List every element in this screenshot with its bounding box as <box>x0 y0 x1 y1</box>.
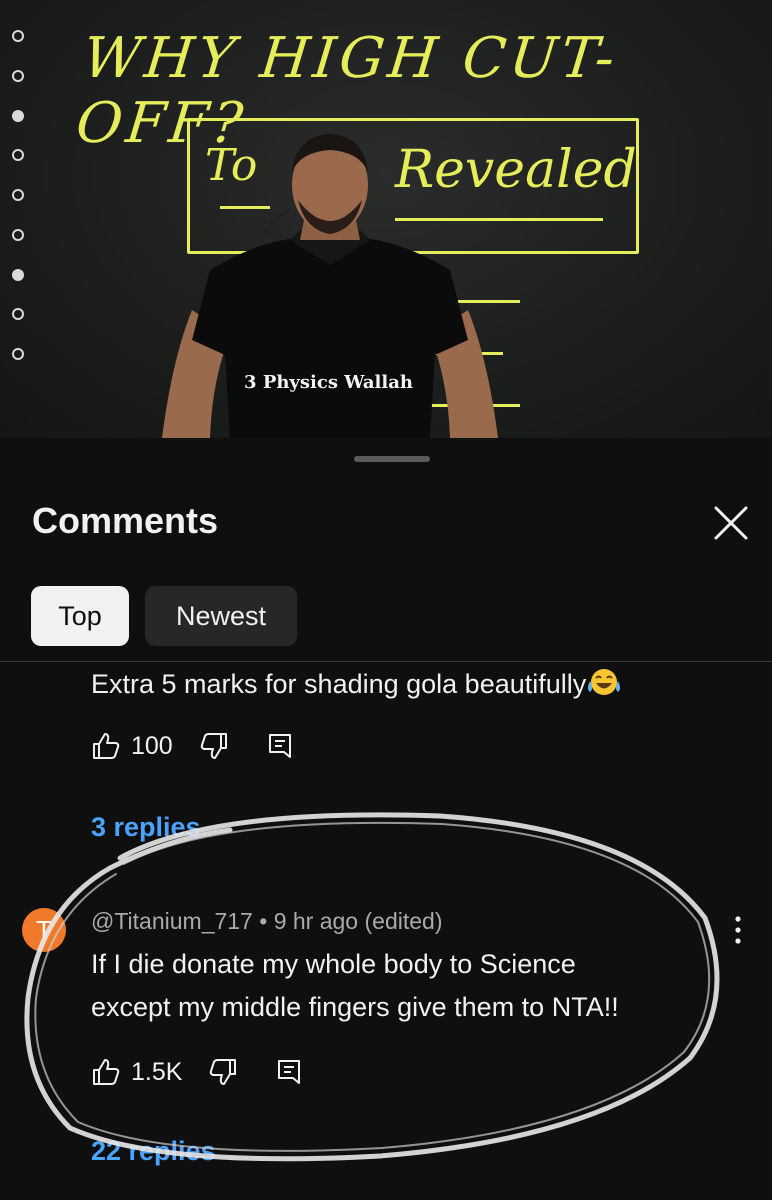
divider <box>0 661 772 662</box>
more-options-icon[interactable] <box>728 910 748 950</box>
tool-dot-icon <box>12 69 24 82</box>
comment-line: If I die donate my whole body to Science <box>91 949 576 979</box>
comments-sheet: Comments Top Newest Extra 5 marks for sh… <box>0 438 772 1200</box>
view-replies-link[interactable]: 3 replies <box>91 812 201 843</box>
tool-dot-icon <box>12 308 24 321</box>
reply-icon[interactable] <box>265 731 295 761</box>
reply-icon[interactable] <box>274 1057 304 1087</box>
tool-dot-icon <box>12 30 24 42</box>
filter-chip-top[interactable]: Top <box>31 586 129 646</box>
avatar[interactable]: T <box>22 908 66 952</box>
tool-dot-icon <box>12 348 24 360</box>
comment-actions: 100 <box>91 726 295 766</box>
tool-dot-icon <box>12 268 24 281</box>
meta-separator: • <box>259 908 268 934</box>
drawing-toolbar <box>6 30 30 360</box>
comment-actions: 1.5K <box>91 1052 304 1092</box>
tool-dot-icon <box>12 109 24 122</box>
dislike-icon[interactable] <box>208 1057 238 1087</box>
like-count: 100 <box>131 731 173 760</box>
like-count: 1.5K <box>131 1057 183 1086</box>
close-icon[interactable] <box>708 500 754 546</box>
dislike-icon[interactable] <box>199 731 229 761</box>
comment-meta: @Titanium_717 • 9 hr ago (edited) <box>91 908 442 935</box>
like-icon[interactable] <box>91 1057 121 1087</box>
drag-handle[interactable] <box>354 456 430 462</box>
tool-dot-icon <box>12 149 24 162</box>
like-icon[interactable] <box>91 731 121 761</box>
view-replies-link[interactable]: 22 replies <box>91 1136 216 1167</box>
sheet-title: Comments <box>32 500 219 541</box>
video-player[interactable]: WHY HIGH CUT-OFF? To Revealed 3 Physics … <box>0 0 772 438</box>
filter-chip-newest[interactable]: Newest <box>145 586 297 646</box>
comment-line: except my middle fingers give them to NT… <box>91 992 619 1022</box>
tshirt-logo-text: 3 Physics Wallah <box>244 372 413 393</box>
comment-author[interactable]: @Titanium_717 <box>91 908 253 934</box>
tool-dot-icon <box>12 228 24 241</box>
laughing-tears-emoji-icon <box>588 669 621 695</box>
comment-text: Extra 5 marks for shading gola beautiful… <box>91 663 622 706</box>
tool-dot-icon <box>12 189 24 201</box>
comment-text: If I die donate my whole body to Science… <box>91 943 619 1029</box>
comment-time: 9 hr ago (edited) <box>273 908 443 934</box>
